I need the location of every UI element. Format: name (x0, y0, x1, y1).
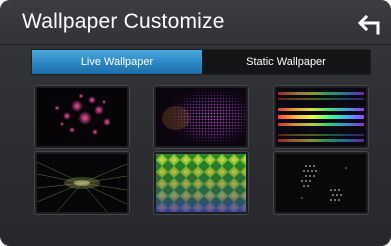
tab-live-wallpaper[interactable]: Live Wallpaper (32, 50, 202, 74)
page-title: Wallpaper Customize (22, 10, 225, 33)
rainbow-bars-wallpaper-icon (276, 88, 366, 146)
wallpaper-thumb-white-dots[interactable] (274, 152, 368, 214)
wallpaper-thumb-purple-dots[interactable] (154, 86, 248, 148)
wallpaper-tabs: Live Wallpaper Static Wallpaper (31, 49, 371, 75)
wallpaper-customize-screen: Wallpaper Customize Live Wallpaper Stati… (0, 0, 391, 246)
tab-static-wallpaper[interactable]: Static Wallpaper (202, 50, 370, 74)
purple-dot-grid-wallpaper-icon (156, 88, 246, 146)
green-diamonds-wallpaper-icon (156, 154, 246, 212)
wallpaper-thumb-pink-bokeh[interactable] (35, 86, 129, 148)
wallpaper-thumb-rainbow-bars[interactable] (274, 86, 368, 148)
wallpaper-thumb-light-rays[interactable] (35, 152, 129, 214)
light-rays-wallpaper-icon (37, 154, 127, 212)
pink-bokeh-wallpaper-icon (37, 88, 127, 146)
header-bar: Wallpaper Customize (0, 0, 391, 45)
white-dots-wallpaper-icon (276, 154, 366, 212)
return-arrow-icon (357, 14, 380, 35)
back-button[interactable] (356, 12, 382, 36)
wallpaper-thumb-green-diamonds[interactable] (154, 152, 248, 214)
